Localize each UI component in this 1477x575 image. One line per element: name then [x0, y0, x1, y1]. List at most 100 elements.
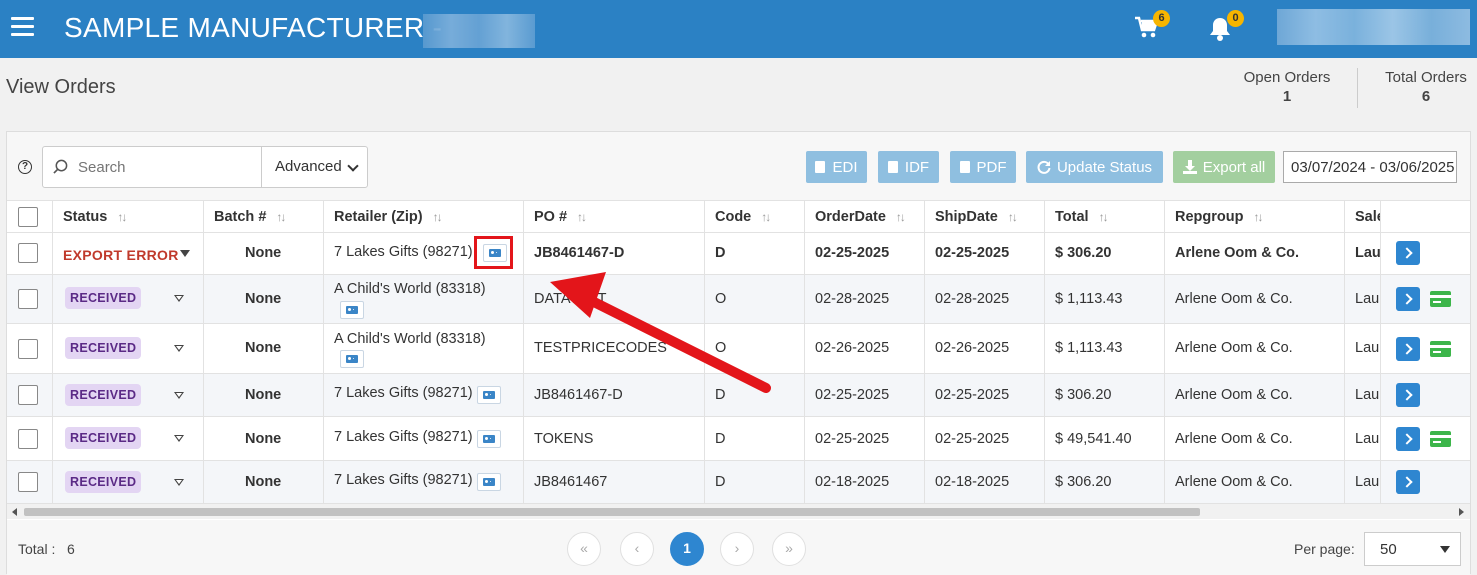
retailer-value[interactable]: 7 Lakes Gifts (98271) [334, 244, 473, 260]
col-code[interactable]: Code ↑↓ [704, 201, 804, 232]
col-sales[interactable]: Sale [1344, 201, 1380, 232]
sort-icon: ↑↓ [895, 210, 906, 224]
table-row[interactable]: RECEIVED None A Child's World (83318) TE… [7, 323, 1470, 373]
download-icon [1182, 160, 1197, 174]
select-all-checkbox[interactable] [18, 207, 38, 227]
col-order-date[interactable]: OrderDate ↑↓ [804, 201, 924, 232]
retailer-value[interactable]: 7 Lakes Gifts (98271) [334, 385, 473, 401]
prev-page-button[interactable]: ‹ [620, 532, 654, 566]
status-dropdown-icon[interactable] [174, 345, 184, 352]
status-dropdown-icon[interactable] [180, 250, 190, 257]
retailer-value[interactable]: A Child's World (83318) [334, 281, 486, 297]
bell-icon[interactable]: 0 [1208, 10, 1244, 42]
notification-badge: 0 [1227, 10, 1244, 27]
total-value: $ 306.20 [1055, 245, 1112, 261]
table-row[interactable]: EXPORT ERROR None 7 Lakes Gifts (98271) … [7, 232, 1470, 274]
per-page-select[interactable]: 50 [1364, 532, 1461, 566]
col-total[interactable]: Total ↑↓ [1044, 201, 1164, 232]
col-batch-label: Batch # [214, 209, 267, 225]
col-retailer-label: Retailer (Zip) [334, 209, 423, 225]
page-title: View Orders [6, 76, 116, 98]
retailer-card-icon[interactable] [477, 386, 501, 404]
export-all-button[interactable]: Export all [1173, 151, 1275, 183]
total-value: $ 49,541.40 [1055, 431, 1132, 447]
status-badge: RECEIVED [65, 471, 142, 493]
total-orders-label: Total Orders [1385, 69, 1467, 86]
scroll-thumb[interactable] [24, 508, 1200, 516]
redacted-user[interactable] [1277, 9, 1470, 45]
col-batch[interactable]: Batch # ↑↓ [203, 201, 323, 232]
po-value: JB8461467-D [534, 387, 623, 403]
col-status[interactable]: Status ↑↓ [52, 201, 203, 232]
total-orders-value: 6 [1421, 88, 1431, 105]
retailer-card-icon[interactable] [340, 301, 364, 319]
row-checkbox[interactable] [18, 385, 38, 405]
status-dropdown-icon[interactable] [174, 295, 184, 302]
col-po[interactable]: PO # ↑↓ [523, 201, 704, 232]
payment-card-icon[interactable] [1430, 431, 1451, 447]
row-checkbox[interactable] [18, 429, 38, 449]
highlight-box [474, 236, 513, 269]
payment-card-icon[interactable] [1430, 291, 1451, 307]
row-checkbox[interactable] [18, 472, 38, 492]
view-order-button[interactable] [1396, 427, 1420, 451]
scroll-right-icon[interactable] [1459, 508, 1464, 516]
table-row[interactable]: RECEIVED None 7 Lakes Gifts (98271) JB84… [7, 373, 1470, 416]
view-order-button[interactable] [1396, 337, 1420, 361]
sort-icon: ↑↓ [577, 210, 587, 224]
view-order-button[interactable] [1396, 470, 1420, 494]
sales-value: Lau [1355, 431, 1380, 447]
view-order-button[interactable] [1396, 241, 1420, 265]
ship-date-value: 02-25-2025 [935, 387, 1010, 403]
last-page-button[interactable]: » [772, 532, 806, 566]
retailer-card-icon[interactable] [340, 350, 364, 368]
payment-card-icon[interactable] [1430, 341, 1451, 357]
sort-icon: ↑↓ [1098, 210, 1109, 224]
table-row[interactable]: RECEIVED None A Child's World (83318) DA… [7, 274, 1470, 323]
toolbar: ? Advanced EDI IDF PDF Update Status Exp… [7, 132, 1470, 200]
sort-icon: ↑↓ [276, 210, 286, 224]
row-checkbox[interactable] [18, 243, 38, 263]
app-title: SAMPLE MANUFACTURER - [64, 12, 443, 43]
retailer-value[interactable]: 7 Lakes Gifts (98271) [334, 429, 473, 445]
horizontal-scrollbar[interactable] [7, 503, 1470, 519]
batch-value: None [245, 340, 282, 356]
edi-button[interactable]: EDI [806, 151, 867, 183]
next-page-button[interactable]: › [720, 532, 754, 566]
view-order-button[interactable] [1396, 287, 1420, 311]
row-checkbox[interactable] [18, 339, 38, 359]
status-badge: RECEIVED [65, 384, 142, 406]
view-order-button[interactable] [1396, 383, 1420, 407]
retailer-value[interactable]: 7 Lakes Gifts (98271) [334, 472, 473, 488]
retailer-card-icon[interactable] [477, 430, 501, 448]
col-ship-date[interactable]: ShipDate ↑↓ [924, 201, 1044, 232]
idf-button[interactable]: IDF [878, 151, 939, 183]
status-dropdown-icon[interactable] [174, 392, 184, 399]
date-range-picker[interactable]: 03/07/2024 - 03/06/2025 [1283, 151, 1457, 183]
col-code-label: Code [715, 209, 752, 225]
cart-icon[interactable]: 6 [1134, 10, 1170, 42]
table-header: Status ↑↓ Batch # ↑↓ Retailer (Zip) ↑↓ PO #… [7, 200, 1470, 232]
search-input[interactable] [78, 156, 258, 178]
first-page-button[interactable]: « [567, 532, 601, 566]
caret-down-icon [1440, 546, 1450, 553]
table-row[interactable]: RECEIVED None 7 Lakes Gifts (98271) JB84… [7, 460, 1470, 503]
col-retailer[interactable]: Retailer (Zip) ↑↓ [323, 201, 523, 232]
idf-label: IDF [904, 159, 930, 176]
retailer-card-icon[interactable] [477, 473, 501, 491]
scroll-left-icon[interactable] [12, 508, 17, 516]
pdf-button[interactable]: PDF [950, 151, 1016, 183]
page-1-button[interactable]: 1 [670, 532, 704, 566]
advanced-dropdown[interactable]: Advanced [261, 147, 367, 187]
sort-icon: ↑↓ [432, 210, 443, 224]
help-icon[interactable]: ? [18, 160, 32, 174]
row-checkbox[interactable] [18, 289, 38, 309]
status-dropdown-icon[interactable] [174, 479, 184, 486]
retailer-value[interactable]: A Child's World (83318) [334, 331, 486, 347]
table-row[interactable]: RECEIVED None 7 Lakes Gifts (98271) TOKE… [7, 416, 1470, 460]
col-repgroup[interactable]: Repgroup ↑↓ [1164, 201, 1344, 232]
status-dropdown-icon[interactable] [174, 435, 184, 442]
update-status-button[interactable]: Update Status [1026, 151, 1163, 183]
refresh-icon [1037, 160, 1051, 174]
menu-icon[interactable] [11, 17, 34, 37]
